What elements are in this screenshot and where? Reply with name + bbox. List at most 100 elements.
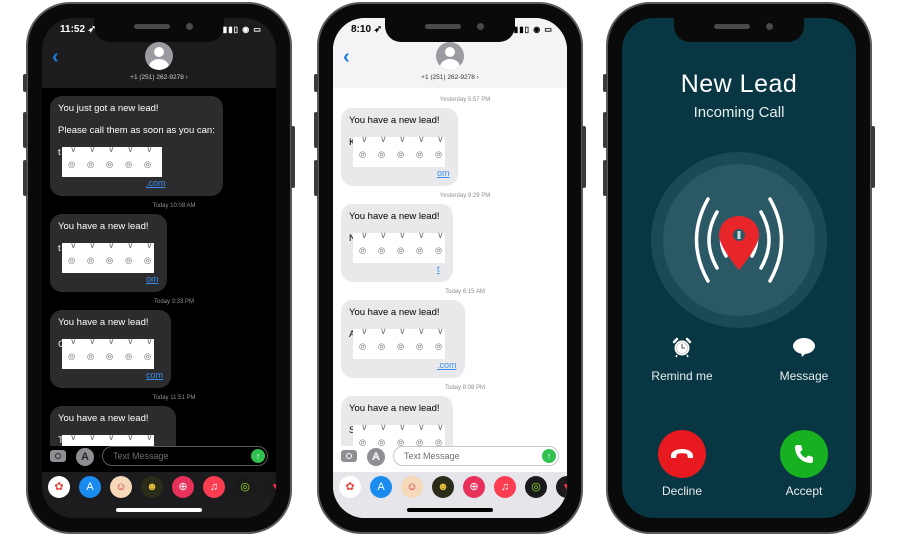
watermark-chevron-icon: ∨: [399, 326, 406, 336]
watermark-pin-icon: ⦾: [378, 438, 386, 446]
memoji-icon[interactable]: ☺: [401, 476, 423, 498]
app-store-icon[interactable]: A: [79, 476, 101, 498]
message-bubble[interactable]: You have a new lead!G⦾∨⦾∨⦾∨⦾∨⦾∨com: [50, 310, 172, 388]
watermark-pin-icon: ⦾: [397, 342, 405, 352]
watermark-chevron-icon: ∨: [146, 432, 153, 442]
redacted-contact-info: ⦾ ∨ ⦾ ∨ ⦾ ∨ ⦾ ∨ ⦾ ∨: [353, 326, 445, 359]
watermark-chevron-icon: ∨: [418, 422, 425, 432]
send-arrow-icon[interactable]: ↑: [251, 449, 265, 463]
phone-dark-messages: 11:52 ➶ ▮▮▯ ◉ ▭ ‹ +1 (251) 262-9278 › Yo…: [23, 2, 295, 534]
watermark-chevron-icon: ∨: [380, 134, 387, 144]
email-link[interactable]: .com: [349, 359, 457, 371]
watermark-chevron-icon: ∨: [418, 326, 425, 336]
text-message-input[interactable]: Text Message ↑: [393, 446, 559, 466]
watermark-chevron-icon: ∨: [399, 422, 406, 432]
contact-number[interactable]: +1 (251) 262-9278 ›: [42, 74, 276, 81]
app-store-icon[interactable]: A: [370, 476, 392, 498]
watermark-pin-icon: ⦾: [378, 150, 386, 160]
message-thread[interactable]: You just got a new lead! Please call them…: [42, 90, 276, 446]
side-button: [314, 74, 318, 92]
message-bubble[interactable]: You have a new lead!K⦾∨⦾∨⦾∨⦾∨⦾∨om: [341, 108, 458, 186]
home-indicator[interactable]: [116, 508, 202, 512]
broadcasting-location-pin-icon: [694, 197, 784, 283]
watermark-pin-icon: ⦾: [68, 160, 76, 170]
photos-icon[interactable]: ✿: [339, 476, 361, 498]
digital-touch-icon[interactable]: ♥: [556, 476, 567, 498]
back-chevron-icon[interactable]: ‹: [52, 46, 59, 69]
email-link[interactable]: com: [58, 369, 163, 381]
memoji-icon[interactable]: ☺: [110, 476, 132, 498]
watermark-chevron-icon: ∨: [146, 240, 153, 250]
message-bubble[interactable]: You have a new lead!N⦾∨⦾∨⦾∨⦾∨⦾∨t: [341, 204, 453, 282]
app-drawer: ✿ A ☺ ☻ ⊕ ♫ ◎ ♥: [333, 472, 567, 518]
message-bubble[interactable]: You have a new lead! t ⦾ ∨ ⦾ ∨ ⦾ ∨ ⦾ ∨ ⦾ ∨ om: [50, 214, 167, 292]
message-bubble[interactable]: You have a new lead!S⦾∨⦾∨⦾∨⦾∨⦾∨n: [341, 396, 453, 446]
watermark-pin-icon: ⦾: [106, 352, 114, 362]
message-timestamp: Today 6:15 AM: [445, 289, 485, 295]
email-link[interactable]: t: [349, 263, 445, 275]
contact-avatar[interactable]: [145, 42, 173, 70]
music-icon[interactable]: ♫: [494, 476, 516, 498]
redacted-contact-info: ⦾ ∨ ⦾ ∨ ⦾ ∨ ⦾ ∨ ⦾ ∨: [353, 134, 445, 167]
message-action[interactable]: Message: [754, 336, 854, 383]
app-store-icon[interactable]: A: [76, 448, 94, 466]
watermark-chevron-icon: ∨: [127, 144, 134, 154]
watermark-pin-icon: ⦾: [125, 352, 133, 362]
message-bubble[interactable]: You just got a new lead! Please call them…: [50, 96, 223, 196]
power-button: [582, 126, 586, 188]
decline-button[interactable]: [658, 430, 706, 478]
contact-avatar[interactable]: [436, 42, 464, 70]
watermark-pin-icon: ⦾: [435, 150, 443, 160]
compose-bar: A Text Message ↑: [333, 446, 567, 472]
contact-number[interactable]: +1 (251) 262-9278 ›: [333, 74, 567, 81]
remind-me-action[interactable]: Remind me: [632, 336, 732, 383]
images-search-icon[interactable]: ⊕: [463, 476, 485, 498]
message-timestamp: Today 3:33 PM: [153, 299, 195, 305]
email-link[interactable]: om: [58, 273, 159, 285]
watermark-chevron-icon: ∨: [70, 336, 77, 346]
accept-button[interactable]: [780, 430, 828, 478]
side-button: [23, 74, 27, 92]
camera-icon[interactable]: [341, 450, 357, 462]
status-time: 11:52 ➶: [60, 24, 97, 35]
email-link[interactable]: om: [349, 167, 450, 179]
music-icon[interactable]: ♫: [203, 476, 225, 498]
notch: [674, 18, 804, 42]
text-message-input[interactable]: Text Message ↑: [102, 446, 268, 466]
watermark-chevron-icon: ∨: [399, 134, 406, 144]
message-text: You just got a new lead!: [58, 103, 159, 114]
watermark-pin-icon: ⦾: [378, 342, 386, 352]
watermark-chevron-icon: ∨: [380, 326, 387, 336]
decline-action[interactable]: Decline: [632, 430, 732, 498]
watermark-pin-icon: ⦾: [144, 352, 152, 362]
app-store-icon[interactable]: A: [367, 448, 385, 466]
camera-icon[interactable]: [50, 450, 66, 462]
animoji-icon[interactable]: ☻: [432, 476, 454, 498]
message-bubble[interactable]: You have a new lead!Th⦾∨⦾∨⦾∨⦾∨⦾∨l.com: [50, 406, 176, 446]
pulse-ring-inner: [663, 164, 815, 316]
volume-up-button: [23, 112, 27, 148]
call-title: New Lead: [680, 70, 798, 98]
activity-icon[interactable]: ◎: [234, 476, 256, 498]
alarm-clock-icon: [672, 337, 692, 358]
message-thread[interactable]: Yesterday 5:57 PMYou have a new lead!K⦾∨…: [333, 90, 567, 446]
volume-up-button: [603, 112, 607, 148]
back-chevron-icon[interactable]: ‹: [343, 46, 350, 69]
message-bubble[interactable]: You have a new lead!A⦾∨⦾∨⦾∨⦾∨⦾∨.com: [341, 300, 465, 378]
message-text: You have a new lead!: [58, 317, 149, 328]
phone-hangup-icon: [671, 449, 693, 458]
activity-icon[interactable]: ◎: [525, 476, 547, 498]
email-link[interactable]: .com: [58, 177, 215, 189]
watermark-pin-icon: ⦾: [125, 256, 133, 266]
animoji-icon[interactable]: ☻: [141, 476, 163, 498]
images-search-icon[interactable]: ⊕: [172, 476, 194, 498]
home-indicator[interactable]: [407, 508, 493, 512]
digital-touch-icon[interactable]: ♥: [265, 476, 276, 498]
accept-action[interactable]: Accept: [754, 430, 854, 498]
send-arrow-icon[interactable]: ↑: [542, 449, 556, 463]
watermark-chevron-icon: ∨: [437, 230, 444, 240]
watermark-chevron-icon: ∨: [418, 230, 425, 240]
screen: 8:10 ➶ ▮▮▯ ◉ ▭ ‹ +1 (251) 262-9278 › Yes…: [333, 18, 567, 518]
photos-icon[interactable]: ✿: [48, 476, 70, 498]
watermark-pin-icon: ⦾: [106, 256, 114, 266]
